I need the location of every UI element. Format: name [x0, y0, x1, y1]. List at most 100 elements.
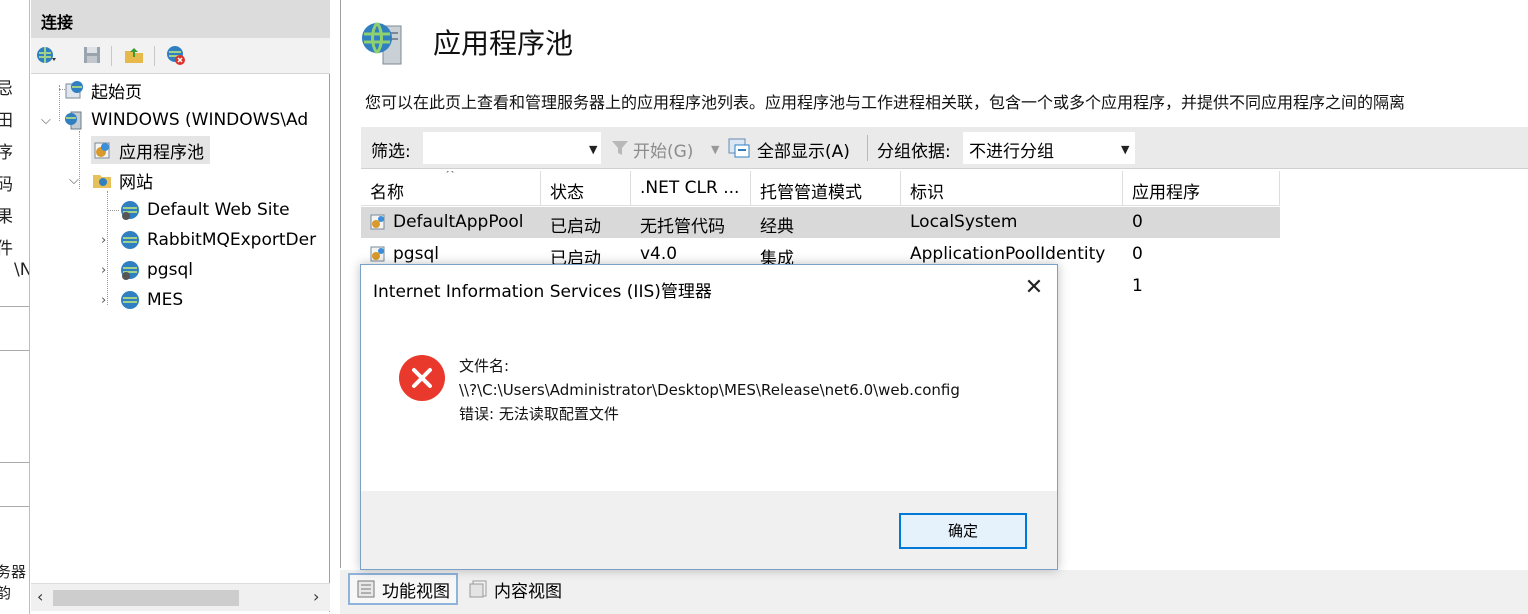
- tree-line: [59, 85, 60, 121]
- table-row[interactable]: DefaultAppPool 已启动 无托管代码 经典 LocalSystem …: [361, 207, 1280, 238]
- strip-char: 件: [0, 234, 13, 259]
- toolbar-separator: [154, 46, 155, 66]
- chevron-right-icon[interactable]: ›: [101, 293, 106, 308]
- strip-text: 务器韵: [0, 563, 27, 602]
- tree-item-label: 网站: [119, 172, 153, 193]
- error-icon: [399, 355, 445, 401]
- group-by-select[interactable]: 不进行分组 ▼: [963, 132, 1135, 164]
- column-header-label: 状态: [550, 183, 584, 203]
- tree-item-server[interactable]: WINDOWS (WINDOWS\Ad: [63, 106, 308, 134]
- group-by-value: 不进行分组: [969, 142, 1054, 162]
- toolbar-separator: [867, 135, 868, 161]
- column-header-status[interactable]: 状态: [541, 171, 631, 206]
- chevron-right-icon[interactable]: ›: [101, 263, 106, 278]
- filter-input[interactable]: [423, 132, 601, 164]
- tree-item-mes-site[interactable]: MES: [119, 286, 183, 314]
- strip-char: 忌: [0, 74, 13, 99]
- column-header-applications[interactable]: 应用程序: [1123, 171, 1280, 206]
- tree-item-pgsql-site[interactable]: pgsql: [119, 256, 193, 284]
- dialog-message: 文件名: \\?\C:\Users\Administrator\Desktop\…: [459, 354, 960, 426]
- tree-item-label: 起始页: [91, 82, 142, 103]
- cell-clr: v4.0: [640, 244, 678, 264]
- start-filter-button[interactable]: 开始(G): [633, 137, 693, 162]
- column-header-label: 托管管道模式: [760, 183, 862, 203]
- column-header-pipeline[interactable]: 托管管道模式: [751, 171, 901, 206]
- start-page-icon: [65, 81, 83, 99]
- chevron-down-icon[interactable]: ⌵: [41, 113, 51, 128]
- toolbar-separator: [111, 46, 112, 66]
- chevron-down-icon: ▼: [1121, 143, 1130, 156]
- column-header-label: 名称: [370, 183, 404, 203]
- column-header-clr[interactable]: .NET CLR ...: [631, 171, 751, 206]
- strip-char: 田: [0, 106, 13, 131]
- tree-item-label: 应用程序池: [119, 142, 204, 163]
- chevron-down-icon[interactable]: ⌵: [69, 173, 79, 188]
- tree-line: [107, 210, 119, 211]
- cell-identity: LocalSystem: [910, 212, 1018, 232]
- cell-applications: 0: [1132, 244, 1143, 264]
- divider: [0, 350, 29, 351]
- cell-pipeline: 经典: [760, 217, 794, 237]
- tree-item-start-page[interactable]: 起始页: [63, 76, 142, 104]
- page-title: 应用程序池: [433, 27, 574, 60]
- tab-content-view[interactable]: 内容视图: [462, 573, 568, 605]
- message-line: 文件名:: [459, 357, 510, 375]
- tab-label: 内容视图: [494, 581, 562, 602]
- scroll-left-icon[interactable]: ‹: [37, 587, 43, 606]
- connections-panel: 连接 起始页 ⌵ WINDOWS (WINDOWS\Ad 应用程序池 ⌵ 网站: [31, 0, 330, 612]
- column-header-name[interactable]: 名称 ^: [361, 171, 541, 206]
- tab-label: 功能视图: [382, 581, 450, 602]
- column-header-label: .NET CLR ...: [640, 178, 740, 198]
- strip-char: \N: [14, 260, 29, 280]
- chevron-down-icon[interactable]: ▼: [711, 143, 719, 156]
- filter-toolbar: 筛选: ▼ 开始(G) ▼ 全部显示(A) 分组依据: 不进行分组 ▼: [361, 127, 1528, 169]
- globe-icon: [121, 261, 139, 280]
- tree-item-sites[interactable]: 网站: [91, 166, 153, 194]
- tree-item-label: MES: [147, 290, 184, 310]
- cell-name: DefaultAppPool: [393, 212, 524, 232]
- chevron-right-icon[interactable]: ›: [101, 233, 106, 248]
- disconnect-icon[interactable]: [165, 44, 187, 66]
- divider: [0, 506, 29, 507]
- cell-identity: ApplicationPoolIdentity: [910, 244, 1106, 264]
- cell-name: pgsql: [393, 244, 439, 264]
- app-pool-icon: [370, 246, 385, 262]
- save-icon[interactable]: [81, 44, 103, 66]
- content-view-icon: [469, 580, 487, 598]
- chevron-down-icon[interactable]: ▼: [589, 143, 597, 156]
- tree-item-rabbitmq-site[interactable]: RabbitMQExportDer: [119, 226, 316, 254]
- ok-button[interactable]: 确定: [899, 513, 1027, 549]
- error-dialog: Internet Information Services (IIS)管理器 ✕…: [360, 264, 1058, 570]
- column-header-label: 标识: [910, 183, 944, 203]
- connections-title: 连接: [31, 0, 330, 38]
- app-pool-icon: [370, 214, 385, 230]
- close-icon[interactable]: ✕: [1021, 275, 1047, 301]
- page-description: 您可以在此页上查看和管理服务器上的应用程序池列表。应用程序池与工作进程相关联，包…: [365, 93, 1406, 112]
- tab-features-view[interactable]: 功能视图: [348, 573, 458, 605]
- open-folder-icon[interactable]: [123, 44, 145, 66]
- show-all-button[interactable]: 全部显示(A): [757, 137, 850, 162]
- column-header-identity[interactable]: 标识: [901, 171, 1123, 206]
- app-pool-icon: [94, 142, 110, 159]
- tree-line: [79, 131, 80, 189]
- scroll-right-icon[interactable]: ›: [313, 587, 319, 606]
- tree-item-app-pools[interactable]: 应用程序池: [91, 136, 210, 164]
- tree-item-label: RabbitMQExportDer: [147, 230, 317, 250]
- tree-item-label: WINDOWS (WINDOWS\Ad: [91, 110, 309, 130]
- column-header-label: 应用程序: [1132, 183, 1200, 203]
- globe-icon: [121, 201, 139, 220]
- background-window-strip: 忌 田 序 码 果 件 \N 务器韵: [0, 0, 30, 614]
- connections-toolbar: [31, 38, 330, 74]
- cell-clr: 无托管代码: [640, 217, 725, 237]
- tree-horizontal-scrollbar[interactable]: ‹ ›: [31, 583, 330, 611]
- group-by-label: 分组依据:: [877, 142, 951, 162]
- cell-status: 已启动: [550, 217, 601, 237]
- connect-globe-icon[interactable]: [35, 44, 57, 66]
- features-view-icon: [357, 580, 375, 598]
- filter-funnel-icon: [612, 141, 628, 155]
- scroll-thumb[interactable]: [53, 590, 239, 606]
- divider: [0, 306, 29, 307]
- tree-item-default-web-site[interactable]: Default Web Site: [119, 196, 290, 224]
- message-file-path: \\?\C:\Users\Administrator\Desktop\MES\R…: [459, 381, 960, 399]
- tree-item-label: pgsql: [147, 260, 193, 280]
